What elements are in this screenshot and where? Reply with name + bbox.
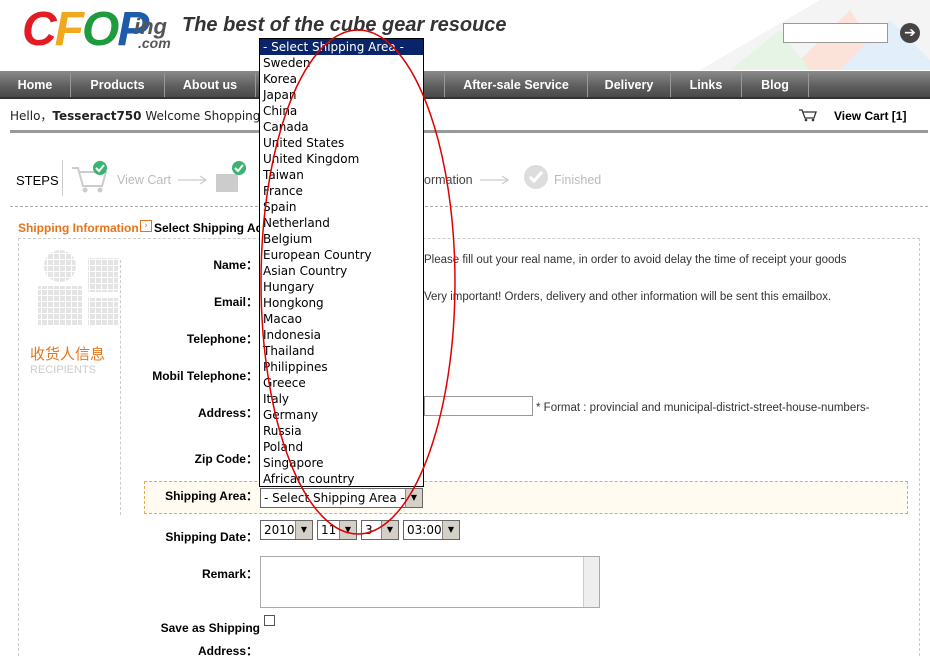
address-label: Address： bbox=[197, 406, 258, 420]
dropdown-option[interactable]: United States bbox=[260, 135, 423, 151]
dropdown-option[interactable]: Germany bbox=[260, 407, 423, 423]
dropdown-option[interactable]: Thailand bbox=[260, 343, 423, 359]
dropdown-option[interactable]: European Country bbox=[260, 247, 423, 263]
address-hint: * Format : provincial and municipal-dist… bbox=[536, 402, 870, 414]
cart-icon[interactable] bbox=[798, 108, 818, 122]
shipping-area-dropdown[interactable]: - Select Shipping Area - Sweden Korea Japan… bbox=[259, 38, 424, 487]
remark-label: Remark： bbox=[201, 567, 258, 581]
search-arrow-icon[interactable]: ➔ bbox=[900, 23, 920, 43]
dropdown-option[interactable]: Macao bbox=[260, 311, 423, 327]
save-address-label-2: Address： bbox=[197, 644, 258, 656]
dropdown-option[interactable]: Taiwan bbox=[260, 167, 423, 183]
divider bbox=[10, 130, 928, 133]
welcome-message: Hello，Tesseract750 Welcome Shopping！| bbox=[10, 109, 277, 123]
save-address-checkbox[interactable] bbox=[264, 615, 275, 626]
email-label: Email： bbox=[213, 295, 258, 309]
dropdown-option[interactable]: Sweden bbox=[260, 55, 423, 71]
year-select[interactable]: 2010 ▼ bbox=[260, 520, 313, 540]
email-hint: Very important! Orders, delivery and oth… bbox=[424, 291, 832, 303]
mobile-label: Mobil Telephone： bbox=[152, 369, 258, 383]
dropdown-option[interactable]: Belgium bbox=[260, 231, 423, 247]
nav-after-sale-service[interactable]: After-sale Service bbox=[445, 71, 587, 99]
nav-about-us[interactable]: About us bbox=[165, 71, 255, 99]
day-select[interactable]: 3 ▼ bbox=[361, 520, 399, 540]
chevron-down-icon[interactable]: ▼ bbox=[405, 489, 422, 507]
time-select[interactable]: 03:00 ▼ bbox=[403, 520, 460, 540]
dropdown-option[interactable]: Singapore bbox=[260, 455, 423, 471]
dropdown-option[interactable]: Netherland bbox=[260, 215, 423, 231]
shipping-area-label: Shipping Area： bbox=[165, 489, 258, 503]
steps-label: STEPS bbox=[16, 173, 59, 188]
month-select[interactable]: 11 ▼ bbox=[317, 520, 357, 540]
shipping-date-label: Shipping Date： bbox=[165, 530, 258, 544]
check-icon bbox=[214, 160, 258, 197]
nav-home[interactable]: Home bbox=[0, 71, 70, 99]
chevron-down-icon[interactable]: ▼ bbox=[339, 521, 356, 539]
nav-links[interactable]: Links bbox=[671, 71, 741, 99]
name-hint: Please fill out your real name, in order… bbox=[424, 254, 847, 266]
username[interactable]: Tesseract750 bbox=[52, 109, 141, 123]
step-view-cart: View Cart bbox=[117, 173, 171, 187]
dropdown-option[interactable]: Russia bbox=[260, 423, 423, 439]
name-label: Name： bbox=[213, 258, 258, 272]
dropdown-option[interactable]: Canada bbox=[260, 119, 423, 135]
dropdown-option[interactable]: Spain bbox=[260, 199, 423, 215]
dropdown-option[interactable]: Korea bbox=[260, 71, 423, 87]
dropdown-option[interactable]: France bbox=[260, 183, 423, 199]
address-field[interactable] bbox=[424, 396, 533, 416]
step-finished: Finished bbox=[554, 173, 602, 187]
nav-products[interactable]: Products bbox=[71, 71, 164, 99]
arrow-icon: › bbox=[140, 220, 152, 232]
dropdown-option[interactable]: Italy bbox=[260, 391, 423, 407]
dropdown-option[interactable]: African country bbox=[260, 471, 423, 486]
logo-com-text: .com bbox=[138, 35, 171, 51]
cart-step-icon bbox=[70, 160, 112, 197]
dropdown-option[interactable]: Japan bbox=[260, 87, 423, 103]
section-subtitle: Select Shipping Ad bbox=[154, 221, 263, 235]
search-input[interactable] bbox=[783, 23, 888, 43]
dropdown-option[interactable]: Poland bbox=[260, 439, 423, 455]
shipping-area-select[interactable]: - Select Shipping Area - ▼ bbox=[260, 488, 423, 508]
arrow-icon bbox=[480, 174, 512, 188]
steps-divider bbox=[62, 160, 63, 196]
site-slogan: The best of the cube gear resouce bbox=[182, 14, 507, 36]
chevron-down-icon[interactable]: ▼ bbox=[442, 521, 459, 539]
dropdown-option[interactable]: Greece bbox=[260, 375, 423, 391]
remark-textarea[interactable] bbox=[260, 556, 600, 608]
remark-scrollbar[interactable] bbox=[583, 557, 599, 607]
telephone-label: Telephone： bbox=[186, 332, 258, 346]
dropdown-option[interactable]: Asian Country bbox=[260, 263, 423, 279]
zip-label: Zip Code： bbox=[194, 452, 258, 466]
step-information: ormation bbox=[424, 173, 473, 187]
chevron-down-icon[interactable]: ▼ bbox=[381, 521, 398, 539]
dropdown-option[interactable]: Philippines bbox=[260, 359, 423, 375]
nav-blog[interactable]: Blog bbox=[742, 71, 808, 99]
dropdown-option[interactable]: Hongkong bbox=[260, 295, 423, 311]
dropdown-option[interactable]: Hungary bbox=[260, 279, 423, 295]
main-navbar: Home Products About us After-sale Servic… bbox=[0, 71, 930, 99]
nav-delivery[interactable]: Delivery bbox=[588, 71, 670, 99]
dropdown-option[interactable]: United Kingdom bbox=[260, 151, 423, 167]
save-address-label: Save as Shipping bbox=[160, 621, 260, 635]
dropdown-option[interactable]: - Select Shipping Area - bbox=[260, 39, 423, 55]
divider bbox=[10, 206, 928, 207]
view-cart-link[interactable]: View Cart [1] bbox=[834, 109, 906, 123]
dropdown-option[interactable]: China bbox=[260, 103, 423, 119]
section-title: Shipping Information bbox=[18, 221, 139, 235]
dropdown-option[interactable]: Indonesia bbox=[260, 327, 423, 343]
chevron-down-icon[interactable]: ▼ bbox=[295, 521, 312, 539]
check-icon bbox=[522, 163, 550, 194]
site-logo[interactable]: CFOP bbox=[22, 6, 149, 54]
arrow-icon bbox=[178, 174, 210, 188]
